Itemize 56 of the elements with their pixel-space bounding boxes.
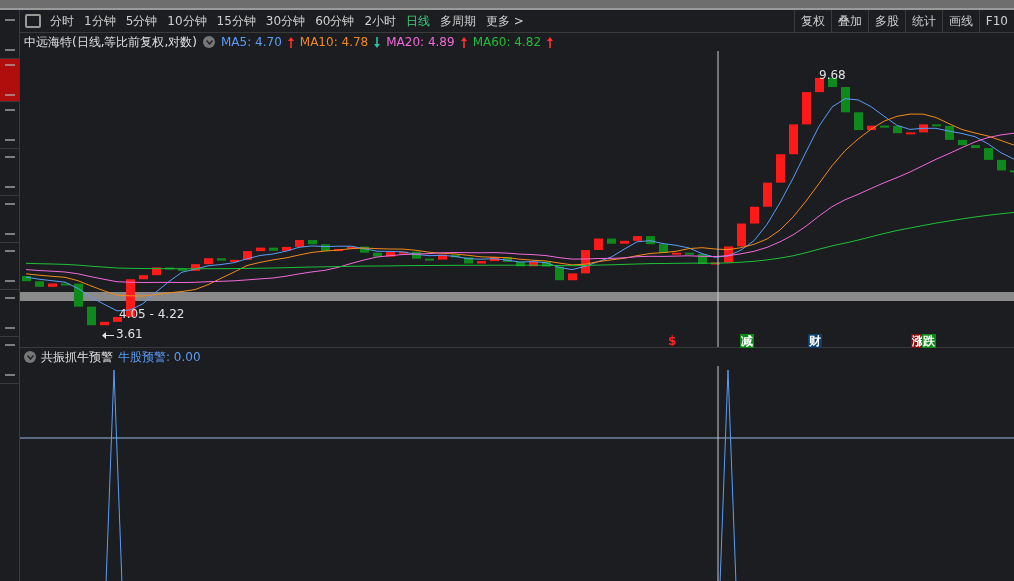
toolbar-button[interactable]: 复权 — [793, 10, 831, 32]
moving-average-value: MA10: 4.78 — [299, 35, 369, 49]
period-tab[interactable]: 60分钟 — [310, 12, 360, 30]
indicator-name: 共振抓牛预警 — [41, 348, 113, 366]
chevron-icon[interactable] — [24, 351, 36, 363]
candlestick — [789, 124, 798, 155]
period-tab[interactable]: 1分钟 — [79, 12, 121, 30]
toolbar-button[interactable]: 画线 — [941, 10, 979, 32]
low-price-label: 3.61 — [116, 327, 143, 341]
candlestick — [581, 250, 590, 274]
candlestick — [854, 112, 863, 131]
candlestick — [87, 306, 96, 326]
signal-marker: 财 — [808, 334, 822, 348]
candlestick — [828, 77, 837, 88]
candlestick — [724, 246, 733, 263]
candlestick — [1010, 170, 1014, 173]
candlestick — [984, 148, 993, 160]
signal-marker: 减 — [740, 334, 754, 348]
chevron-icon[interactable] — [203, 36, 215, 48]
moving-average-value: MA60: 4.82 — [472, 35, 542, 49]
period-tab[interactable]: 5分钟 — [120, 12, 163, 30]
candlestick — [815, 77, 824, 93]
candlestick — [594, 238, 603, 250]
candlestick — [74, 283, 83, 307]
toolbar-button[interactable]: 统计 — [904, 10, 942, 32]
left-arrow-icon — [102, 332, 114, 339]
moving-average-value: MA5: 4.70 — [221, 35, 282, 49]
toolbar-button[interactable]: 多股 — [867, 10, 905, 32]
candlestick — [555, 266, 564, 281]
chart-title: 中远海特(日线,等比前复权,对数) — [24, 33, 197, 51]
high-price-label: 9.68 — [819, 68, 846, 82]
toolbar-button[interactable]: F10 — [978, 10, 1014, 32]
candlestick — [750, 206, 759, 224]
candlestick — [568, 273, 577, 281]
candlestick — [737, 223, 746, 247]
signal-marker: $ — [667, 334, 678, 348]
panel-toggle-icon[interactable] — [25, 14, 41, 28]
indicator-reading: 牛股预警: 0.00 — [118, 348, 201, 366]
moving-average-value: MA20: 4.89 — [386, 35, 455, 49]
candlestick — [997, 159, 1006, 171]
period-tab[interactable]: 多周期 — [435, 12, 482, 30]
candlestick — [945, 125, 954, 140]
signal-marker: 跌 — [922, 334, 936, 348]
period-tab[interactable]: 10分钟 — [162, 12, 212, 30]
more-button[interactable]: 更多 > — [481, 12, 529, 30]
period-tab[interactable]: 分时 — [45, 12, 79, 30]
period-tab[interactable]: 2小时 — [359, 12, 402, 30]
side-tab[interactable] — [0, 59, 19, 102]
candlestick — [802, 92, 811, 125]
candlestick — [776, 154, 785, 183]
period-tab[interactable]: 日线 — [401, 12, 436, 30]
toolbar-button[interactable]: 叠加 — [830, 10, 868, 32]
period-tab[interactable]: 15分钟 — [211, 12, 261, 30]
period-tab[interactable]: 30分钟 — [260, 12, 311, 30]
candlestick — [841, 87, 850, 113]
candlestick — [763, 182, 772, 207]
